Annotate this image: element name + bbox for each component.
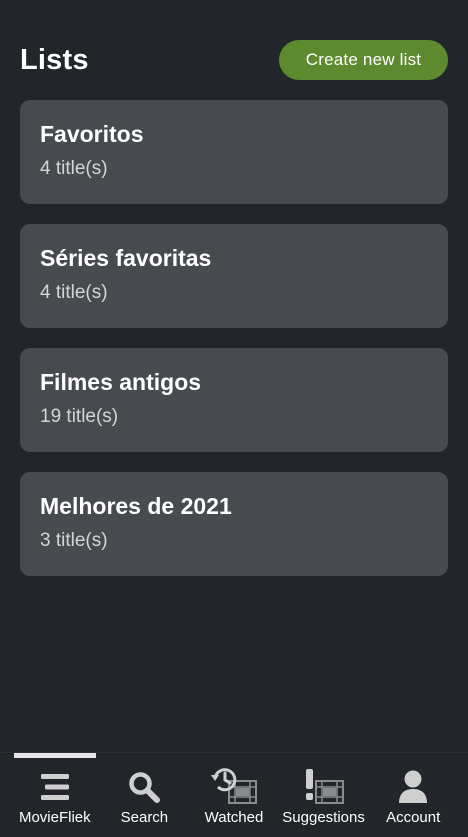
nav-item-moviefliek[interactable]: MovieFliek <box>13 753 96 837</box>
page-title: Lists <box>20 43 89 76</box>
list-count: 19 title(s) <box>40 406 119 427</box>
nav-label: Account <box>386 809 441 826</box>
nav-label: Search <box>120 809 169 826</box>
list-count: 4 title(s) <box>40 282 108 303</box>
nav-item-account[interactable]: Account <box>372 753 454 837</box>
list-card-favoritos[interactable]: Favoritos 4 title(s) <box>20 100 448 204</box>
lists-container: Favoritos 4 title(s) Séries favoritas 4 … <box>20 100 448 596</box>
create-new-list-button[interactable]: Create new list <box>279 40 448 80</box>
list-card-melhores-de-2021[interactable]: Melhores de 2021 3 title(s) <box>20 472 448 576</box>
exclamation-film-icon <box>302 767 346 807</box>
page-header: Lists Create new list <box>20 40 448 80</box>
list-card-series-favoritas[interactable]: Séries favoritas 4 title(s) <box>20 224 448 328</box>
list-name: Séries favoritas <box>40 245 212 271</box>
nav-item-suggestions[interactable]: Suggestions <box>282 753 365 837</box>
search-icon <box>127 767 161 807</box>
list-name: Melhores de 2021 <box>40 493 232 519</box>
user-icon <box>397 767 429 807</box>
list-count: 3 title(s) <box>40 530 108 551</box>
list-count: 4 title(s) <box>40 158 108 179</box>
list-name: Filmes antigos <box>40 369 202 395</box>
nav-item-search[interactable]: Search <box>103 753 185 837</box>
menu-icon <box>39 767 71 807</box>
bottom-navigation: MovieFliek Search Watched Suggestions Ac… <box>0 752 468 837</box>
list-card-filmes-antigos[interactable]: Filmes antigos 19 title(s) <box>20 348 448 452</box>
nav-label: MovieFliek <box>18 809 91 826</box>
nav-label: Watched <box>204 809 264 826</box>
list-name: Favoritos <box>40 121 144 147</box>
history-film-icon <box>209 767 259 807</box>
nav-item-watched[interactable]: Watched <box>193 753 275 837</box>
nav-label: Suggestions <box>282 809 365 826</box>
